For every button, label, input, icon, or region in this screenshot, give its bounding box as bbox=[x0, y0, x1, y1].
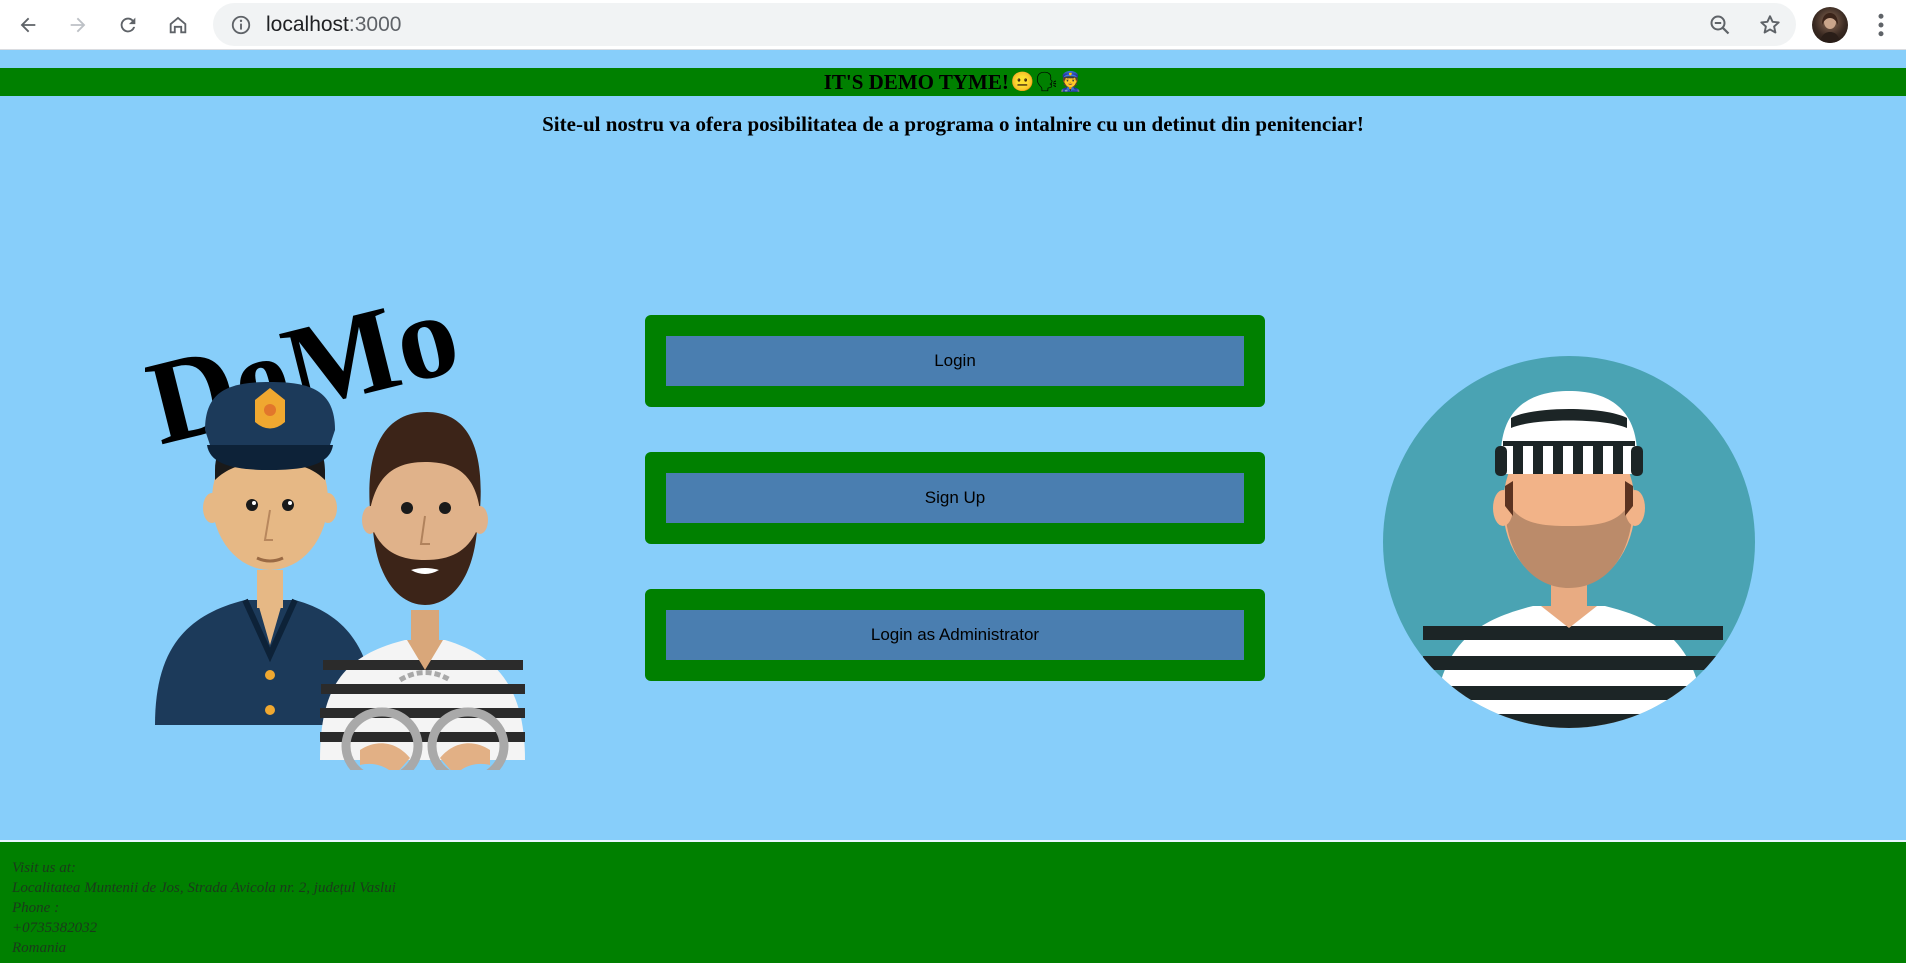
footer: Visit us at: Localitatea Muntenii de Jos… bbox=[0, 840, 1906, 963]
top-banner: IT'S DEMO TYME! 😐🗣👮 bbox=[0, 68, 1906, 96]
zoom-out-icon[interactable] bbox=[1708, 13, 1732, 37]
url-host: localhost bbox=[266, 13, 349, 36]
page-subtitle: Site-ul nostru va ofera posibilitatea de… bbox=[542, 112, 1364, 136]
signup-button[interactable]: Sign Up bbox=[666, 473, 1244, 523]
home-icon[interactable] bbox=[162, 9, 194, 41]
signup-button-frame: Sign Up bbox=[645, 452, 1265, 544]
page-top-spacer bbox=[0, 50, 1906, 68]
star-icon[interactable] bbox=[1758, 13, 1782, 37]
forward-arrow-icon[interactable] bbox=[62, 9, 94, 41]
admin-login-button[interactable]: Login as Administrator bbox=[666, 610, 1244, 660]
url-text[interactable]: localhost:3000 bbox=[266, 13, 401, 37]
login-button-frame: Login bbox=[645, 315, 1265, 407]
back-arrow-icon[interactable] bbox=[12, 9, 44, 41]
prisoner-icon bbox=[320, 412, 525, 770]
footer-phone-number: +0735382032 bbox=[12, 920, 98, 936]
footer-visit-label: Visit us at: bbox=[12, 860, 76, 876]
footer-address: Localitatea Muntenii de Jos, Strada Avic… bbox=[12, 880, 396, 896]
url-port: :3000 bbox=[348, 13, 402, 36]
menu-dots-icon[interactable] bbox=[1866, 10, 1896, 40]
login-button[interactable]: Login bbox=[666, 336, 1244, 386]
prisoner-avatar-icon bbox=[1383, 356, 1755, 728]
address-bar[interactable]: localhost:3000 bbox=[213, 3, 1796, 46]
info-icon[interactable] bbox=[230, 14, 252, 36]
profile-avatar[interactable] bbox=[1812, 7, 1848, 43]
footer-phone-label: Phone : bbox=[12, 900, 60, 916]
browser-toolbar: localhost:3000 bbox=[0, 0, 1906, 50]
admin-login-button-frame: Login as Administrator bbox=[645, 589, 1265, 681]
demo-logo-illustration: DeMo bbox=[145, 270, 525, 770]
banner-title: IT'S DEMO TYME! bbox=[823, 69, 1009, 94]
footer-country: Romania bbox=[12, 940, 67, 956]
footer-contact: Visit us at: Localitatea Muntenii de Jos… bbox=[12, 858, 396, 958]
reload-icon[interactable] bbox=[112, 9, 144, 41]
banner-emojis: 😐🗣👮 bbox=[1010, 72, 1083, 93]
